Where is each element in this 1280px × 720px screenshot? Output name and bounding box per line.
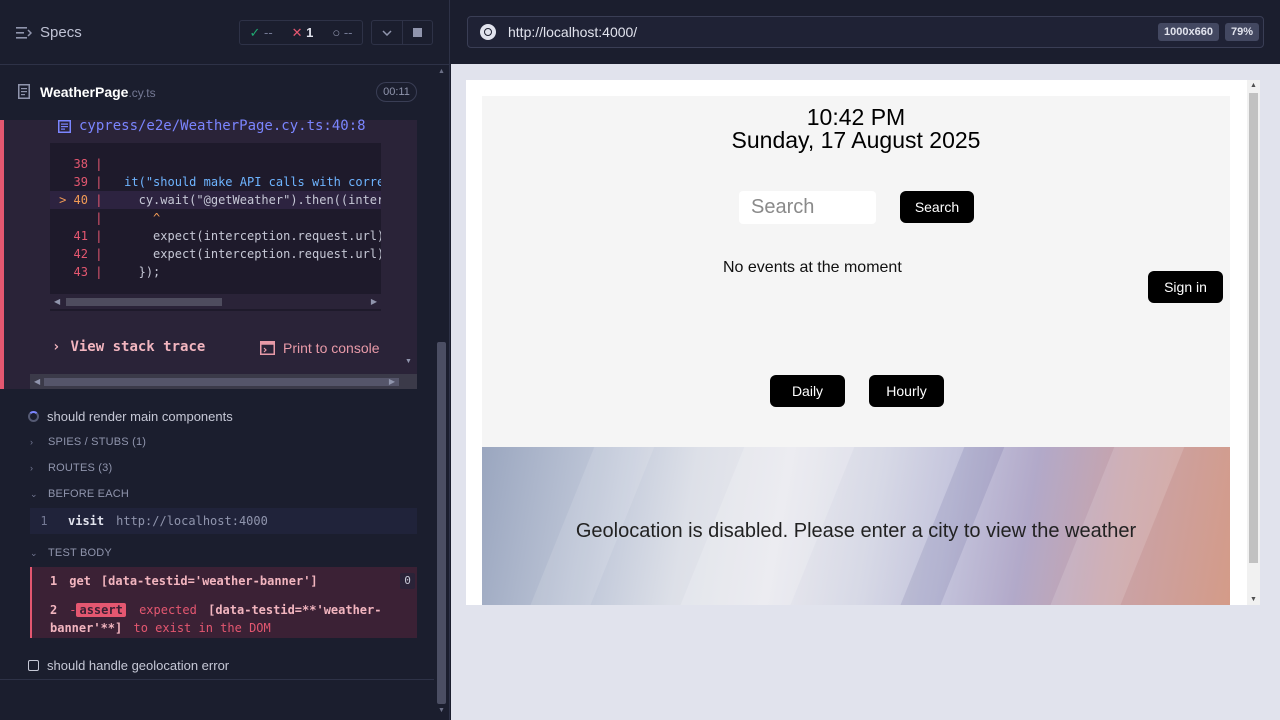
command-get[interactable]: 1 get [data-testid='weather-banner'] <box>50 574 318 588</box>
test-pending[interactable]: should handle geolocation error <box>28 658 229 673</box>
scroll-down-icon[interactable]: ▼ <box>405 358 412 365</box>
element-count-badge: 0 <box>400 573 415 589</box>
scroll-left-icon[interactable]: ◀ <box>34 374 40 389</box>
app-under-test-area: http://localhost:4000/ 1000x660 79% 10:4… <box>451 0 1280 720</box>
passed-stat: ✓ -- <box>249 24 273 40</box>
scroll-right-icon[interactable]: ▶ <box>389 374 395 389</box>
code-line: 39 | it("should make API calls with corr… <box>73 175 381 189</box>
reporter-scrollbar-thumb[interactable] <box>437 342 446 704</box>
code-frame: 38 | 39 | it("should make API calls with… <box>50 143 381 311</box>
code-line-caret: | ^ <box>95 211 161 225</box>
console-icon <box>260 341 275 355</box>
pending-test-icon <box>28 660 39 671</box>
pending-icon: ○ <box>332 25 341 40</box>
aut-scrollbar-thumb[interactable] <box>1249 93 1258 563</box>
chevron-down-icon <box>382 29 392 36</box>
stop-icon <box>412 28 422 37</box>
daily-button[interactable]: Daily <box>770 375 845 407</box>
spec-name: WeatherPage <box>40 84 129 100</box>
list-menu-icon <box>16 26 32 39</box>
scroll-up-icon[interactable]: ▲ <box>437 67 446 77</box>
code-line: 38 | <box>73 157 103 171</box>
scroll-left-icon[interactable]: ◀ <box>54 294 60 309</box>
chevron-right-icon: › <box>52 339 61 355</box>
reporter-header: Specs ✓ -- ✕ 1 ○ -- <box>0 0 449 65</box>
scrollbar-thumb[interactable] <box>44 378 399 386</box>
city-search-input[interactable] <box>739 191 876 224</box>
hourly-button[interactable]: Hourly <box>869 375 944 407</box>
reporter-panel: Specs ✓ -- ✕ 1 ○ -- WeatherPage .cy.ts 0… <box>0 0 450 720</box>
chevron-down-icon: ⌄ <box>30 488 38 499</box>
weather-banner: Geolocation is disabled. Please enter a … <box>482 447 1230 605</box>
test-running[interactable]: should render main components <box>28 409 233 424</box>
sign-in-button[interactable]: Sign in <box>1148 271 1223 303</box>
url-bar-container: http://localhost:4000/ 1000x660 79% <box>451 0 1280 64</box>
pending-stat: ○ -- <box>332 25 353 40</box>
weather-page: 10:42 PM Sunday, 17 August 2025 Search N… <box>482 96 1230 605</box>
view-stack-trace-button[interactable]: › View stack trace <box>52 339 205 355</box>
expand-button[interactable] <box>372 21 403 44</box>
search-button[interactable]: Search <box>900 191 974 223</box>
specs-toggle-button[interactable]: Specs <box>16 24 82 41</box>
before-each-section[interactable]: ⌄ BEFORE EACH <box>30 488 129 500</box>
code-line: 41 | expect(interception.request.url) <box>73 229 381 243</box>
clock-date: Sunday, 17 August 2025 <box>731 127 981 153</box>
test-stats: ✓ -- ✕ 1 ○ -- <box>239 20 363 45</box>
cross-icon: ✕ <box>291 24 303 40</box>
specs-label: Specs <box>40 24 82 41</box>
aut-iframe: 10:42 PM Sunday, 17 August 2025 Search N… <box>466 80 1260 605</box>
failed-stat: ✕ 1 <box>291 24 314 40</box>
test-body-section[interactable]: ⌄ TEST BODY <box>30 547 112 559</box>
spec-ext: .cy.ts <box>128 86 156 100</box>
scrollbar-thumb[interactable] <box>66 298 222 306</box>
chevron-right-icon: › <box>30 463 34 473</box>
spec-timer: 00:11 <box>376 82 417 102</box>
spinner-icon <box>28 411 39 422</box>
code-path-link[interactable]: cypress/e2e/WeatherPage.cy.ts:40:8 <box>58 118 366 134</box>
command-visit[interactable]: 1 visit http://localhost:4000 <box>30 508 417 534</box>
no-events-text: No events at the moment <box>723 259 902 276</box>
document-icon <box>18 84 30 99</box>
failed-command-block[interactable]: 1 get [data-testid='weather-banner'] 0 2-a… <box>30 567 417 638</box>
spies-stubs-section[interactable]: › SPIES / STUBS (1) <box>30 436 146 448</box>
divider <box>0 679 434 680</box>
chevron-down-icon: ⌄ <box>30 547 38 558</box>
spec-title: WeatherPage .cy.ts <box>40 84 156 100</box>
scroll-right-icon[interactable]: ▶ <box>371 294 377 309</box>
routes-section[interactable]: › ROUTES (3) <box>30 462 112 474</box>
run-controls <box>371 20 433 45</box>
scroll-down-icon[interactable]: ▼ <box>437 706 446 716</box>
check-icon: ✓ <box>249 24 261 40</box>
scroll-up-icon[interactable]: ▲ <box>1247 82 1260 89</box>
print-to-console-button[interactable]: Print to console <box>260 340 380 356</box>
error-panel-scrollbar[interactable]: ◀ ▶ <box>30 374 417 389</box>
file-icon <box>58 119 71 133</box>
aut-scrollbar[interactable]: ▲ ▼ <box>1247 80 1260 605</box>
code-line-highlighted: > 40 | cy.wait("@getWeather").then((inte… <box>50 191 381 209</box>
url-bar[interactable]: http://localhost:4000/ 1000x660 79% <box>467 16 1264 48</box>
code-line: 42 | expect(interception.request.url) <box>73 247 381 261</box>
stop-button[interactable] <box>403 21 433 44</box>
chevron-right-icon: › <box>30 437 34 447</box>
scroll-down-icon[interactable]: ▼ <box>1247 596 1260 603</box>
url-text: http://localhost:4000/ <box>508 24 638 40</box>
zoom-badge: 79% <box>1224 23 1259 41</box>
geolocation-message: Geolocation is disabled. Please enter a … <box>575 520 1137 542</box>
code-frame-scrollbar[interactable]: ◀ ▶ <box>50 294 381 309</box>
assert-tag: assert <box>76 603 126 617</box>
command-assert[interactable]: 2- assert expected [data-testid=**'weathe… <box>50 601 400 637</box>
code-line: 43 | }); <box>73 265 161 279</box>
viewport-size-badge[interactable]: 1000x660 <box>1158 23 1219 41</box>
globe-icon <box>480 24 496 40</box>
